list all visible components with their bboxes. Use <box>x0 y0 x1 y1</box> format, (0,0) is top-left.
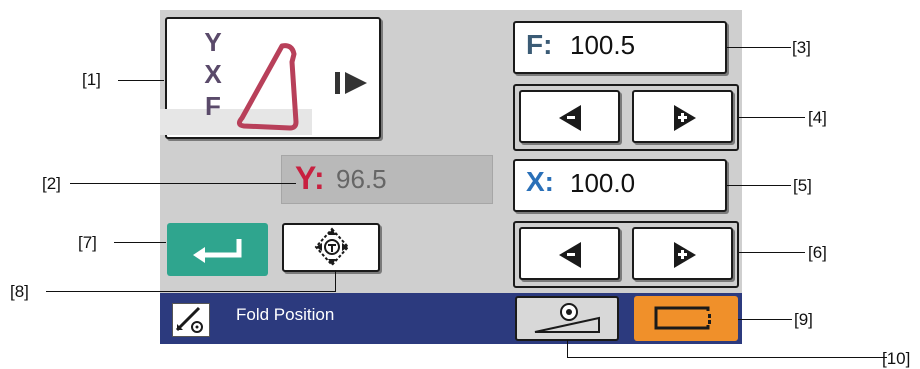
callout-7: [7] <box>78 233 97 252</box>
callout-line-4 <box>739 117 805 118</box>
arrow-left-minus-icon <box>559 105 581 131</box>
status-label: Fold Position <box>236 305 335 324</box>
mode-letter-y: Y <box>204 27 222 57</box>
callout-5: [5] <box>793 176 812 195</box>
callout-3: [3] <box>792 38 811 57</box>
callout-line-2 <box>70 183 296 184</box>
play-icon <box>335 72 367 94</box>
x-increase-button[interactable] <box>632 227 733 280</box>
callout-9: [9] <box>794 310 813 329</box>
callout-line-8 <box>46 291 336 292</box>
arrow-right-plus-icon <box>674 242 696 268</box>
callout-line-7 <box>114 242 166 243</box>
callout-6: [6] <box>808 243 827 262</box>
callout-line-1 <box>118 80 164 81</box>
callout-2: [2] <box>42 174 61 193</box>
y-axis-label: Y: <box>295 160 325 196</box>
x-decrease-button[interactable] <box>519 227 620 280</box>
enter-button[interactable] <box>167 223 268 276</box>
arrow-right-plus-icon <box>674 105 696 131</box>
touch-move-button[interactable] <box>282 223 380 272</box>
f-increase-button[interactable] <box>632 90 733 143</box>
x-axis-label: X: <box>526 166 554 197</box>
f-value: 100.5 <box>570 30 636 60</box>
triangle-icon <box>236 43 299 131</box>
callout-10: [10] <box>882 349 911 368</box>
callout-4: [4] <box>808 108 827 127</box>
callout-8: [8] <box>10 282 29 301</box>
fold-icon <box>172 303 210 337</box>
callout-line-10 <box>567 357 887 358</box>
roller-icon <box>534 303 600 333</box>
paper-feed-icon <box>654 306 712 330</box>
enter-icon <box>193 239 242 263</box>
f-axis-label: F: <box>526 29 553 60</box>
mode-letter-x: X <box>204 59 222 89</box>
paper-feed-button[interactable] <box>634 296 738 341</box>
callout-line-5 <box>727 185 791 186</box>
callout-line-6 <box>739 252 805 253</box>
touch-move-icon <box>314 227 350 267</box>
y-value: 96.5 <box>336 164 387 194</box>
callout-line-10-vertical <box>567 340 568 358</box>
roller-button[interactable] <box>515 296 619 341</box>
callout-line-3 <box>727 47 791 48</box>
mode-letter-f: F <box>205 91 221 121</box>
f-decrease-button[interactable] <box>519 90 620 143</box>
mode-letters: Y X F <box>200 26 226 122</box>
x-value: 100.0 <box>570 168 636 198</box>
arrow-left-minus-icon <box>559 242 581 268</box>
callout-line-9 <box>738 319 792 320</box>
callout-line-8-vertical <box>335 270 336 292</box>
callout-1: [1] <box>82 70 101 89</box>
